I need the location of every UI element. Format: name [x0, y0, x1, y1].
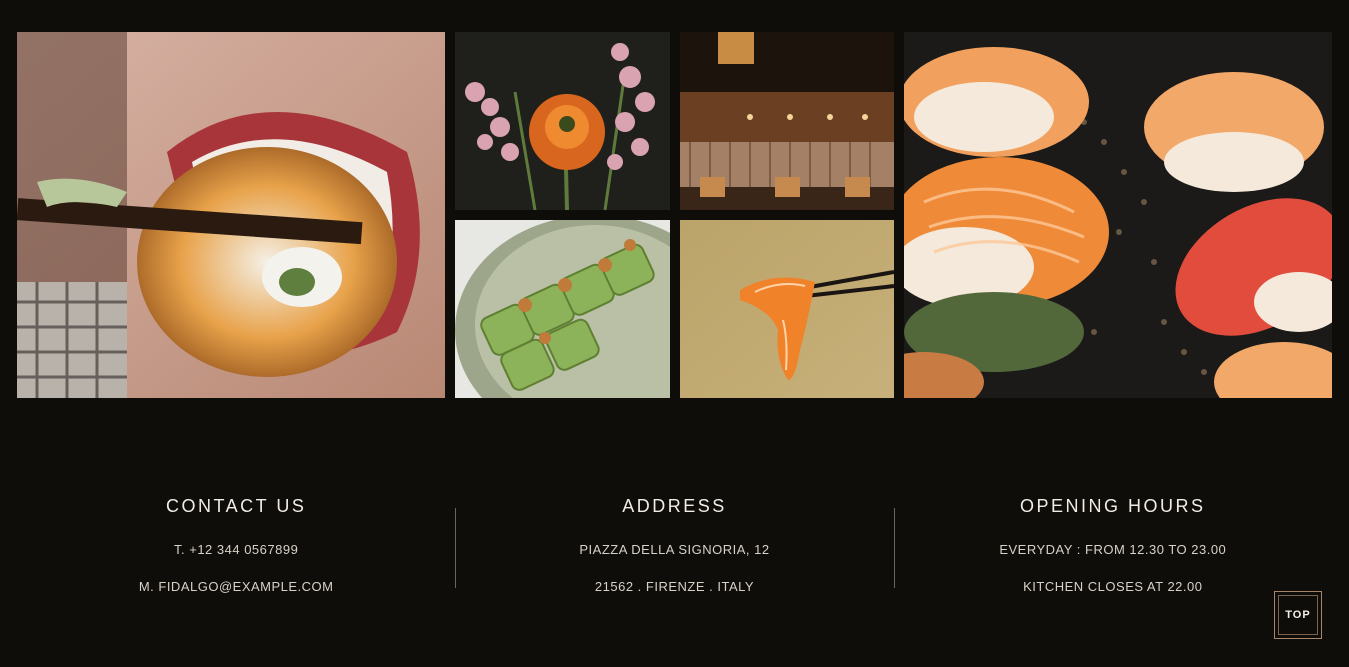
back-to-top-button[interactable]: TOP [1274, 591, 1322, 639]
address-column: ADDRESS PIAZZA DELLA SIGNORIA, 12 21562 … [455, 476, 893, 616]
restaurant-interior-photo [680, 32, 894, 210]
salmon-slice-chopsticks-photo [680, 220, 894, 398]
footer-info: CONTACT US T. +12 344 0567899 M. FIDALGO… [17, 476, 1332, 616]
contact-phone[interactable]: T. +12 344 0567899 [17, 542, 455, 557]
contact-column: CONTACT US T. +12 344 0567899 M. FIDALGO… [17, 476, 455, 616]
address-line-1: PIAZZA DELLA SIGNORIA, 12 [579, 542, 770, 557]
contact-title: CONTACT US [165, 496, 307, 516]
hours-column: OPENING HOURS EVERYDAY : FROM 12.30 TO 2… [893, 476, 1332, 616]
contact-email[interactable]: M. FIDALGO@EXAMPLE.COM [17, 579, 455, 594]
green-sushi-rolls-photo [455, 220, 670, 398]
address-title: ADDRESS [622, 496, 727, 516]
hours-line-1: EVERYDAY : FROM 12.30 TO 23.00 [999, 542, 1227, 557]
address-line-2: 21562 . FIRENZE . ITALY [594, 579, 755, 594]
hours-line-2: KITCHEN CLOSES AT 22.00 [1023, 579, 1203, 594]
flowers-photo [455, 32, 670, 210]
nigiri-sushi-photo [904, 32, 1332, 398]
photo-gallery [17, 32, 1332, 398]
hours-title: OPENING HOURS [1020, 496, 1206, 516]
back-to-top-label: TOP [1278, 595, 1318, 635]
woman-eating-sushi-roll-photo [17, 32, 445, 398]
